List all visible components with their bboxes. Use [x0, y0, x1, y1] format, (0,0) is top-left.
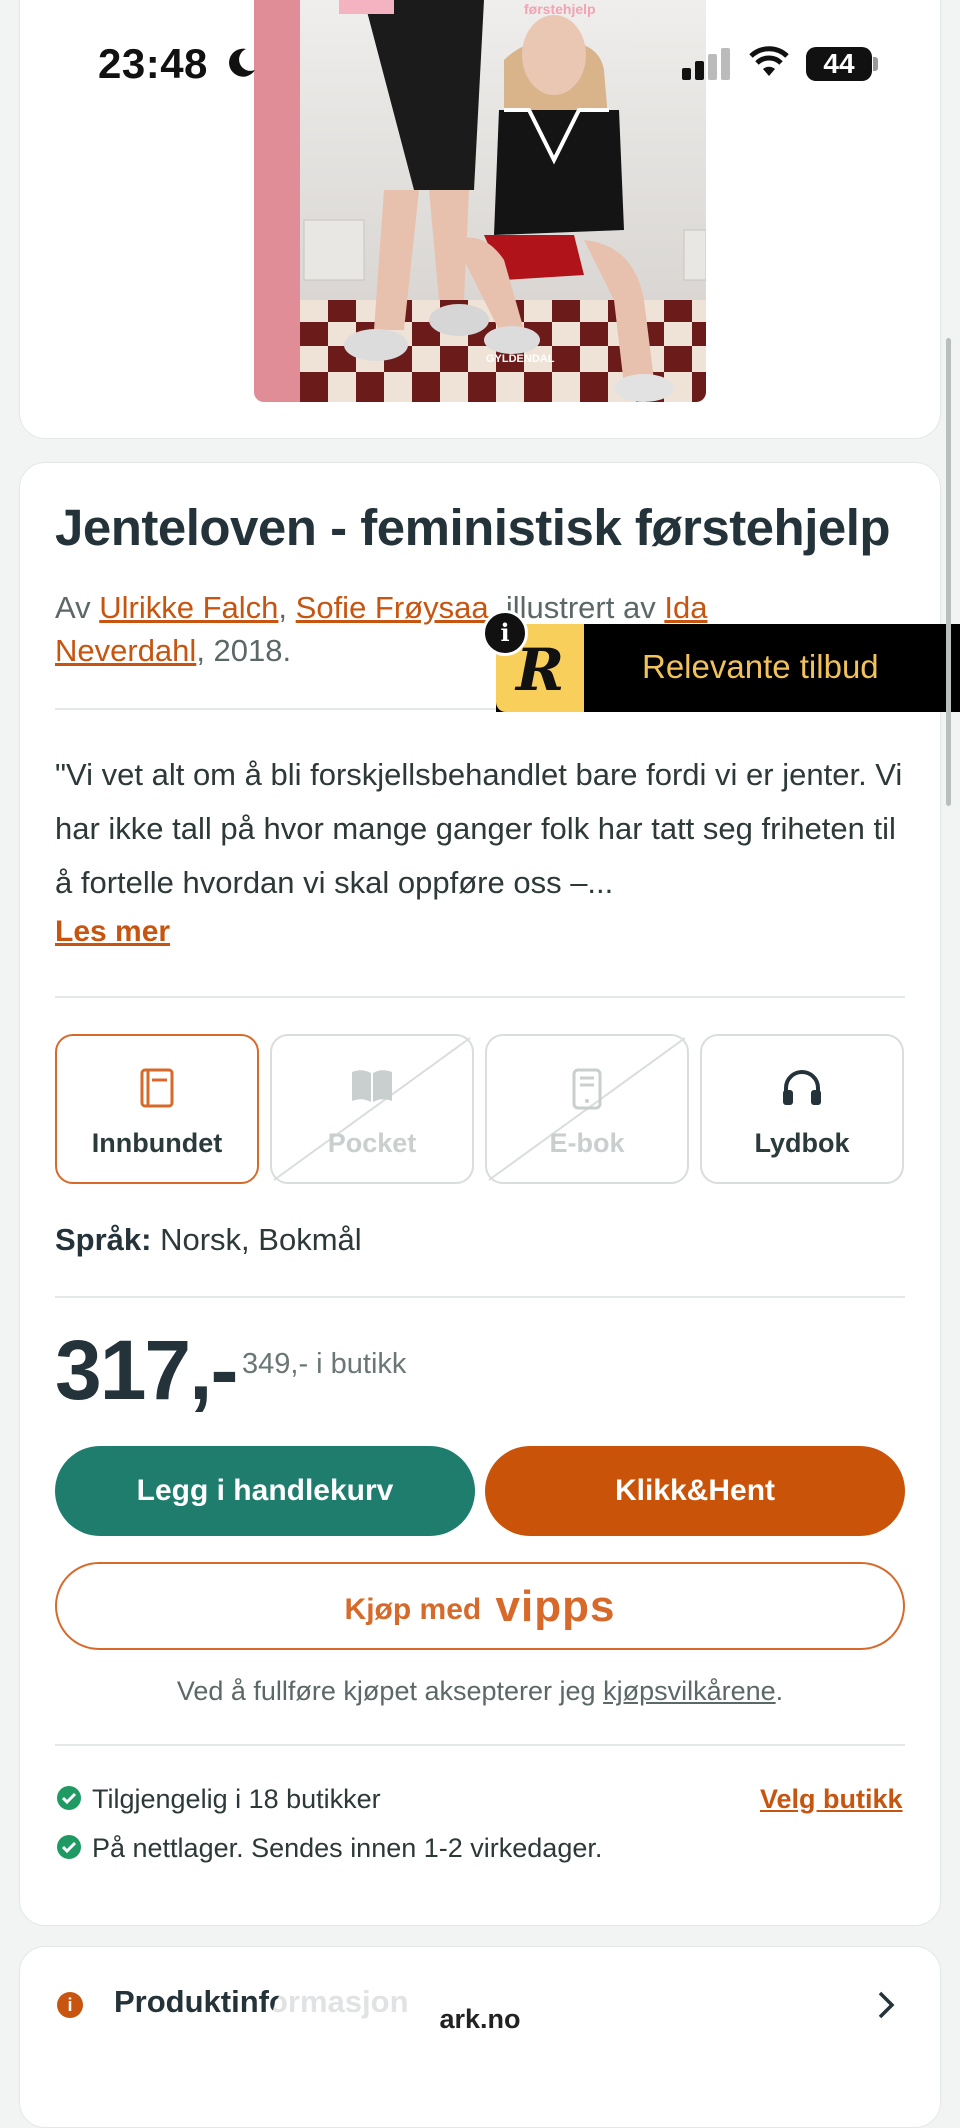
- divider: [55, 1296, 905, 1298]
- store-availability: Tilgjengelig i 18 butikker: [92, 1784, 381, 1814]
- browser-url-bar[interactable]: ark.no: [272, 1978, 688, 2060]
- format-option-pocket[interactable]: Pocket: [270, 1034, 474, 1184]
- click-and-collect-button[interactable]: Klikk&Hent: [485, 1446, 905, 1536]
- info-icon: i: [57, 1992, 83, 2018]
- read-more-link[interactable]: Les mer: [55, 915, 170, 949]
- cover-publisher: GYLDENDAL: [486, 353, 555, 365]
- book-icon: [140, 1068, 174, 1108]
- cellular-signal-icon: [682, 48, 732, 80]
- book-description: "Vi vet alt om å bli forskjellsbehandlet…: [55, 757, 903, 900]
- book-title: Jenteloven - feministisk førstehjelp: [55, 499, 891, 556]
- terms-link[interactable]: kjøpsvilkårene: [603, 1676, 776, 1706]
- wifi-icon: [749, 46, 789, 76]
- online-availability: På nettlager. Sendes innen 1-2 virkedage…: [92, 1833, 603, 1863]
- book-cover-image[interactable]: førstehjelp GYLDENDAL: [254, 0, 706, 402]
- author-link-1[interactable]: Ulrikke Falch: [99, 590, 278, 625]
- format-option-innbundet[interactable]: Innbundet: [55, 1034, 259, 1184]
- battery-tip: [873, 57, 878, 71]
- current-price: 317,-: [55, 1323, 238, 1417]
- choose-store-link[interactable]: Velg butikk: [760, 1784, 903, 1815]
- vipps-logo: vipps: [495, 1582, 616, 1631]
- format-label: Innbundet: [91, 1128, 223, 1158]
- format-label: Pocket: [327, 1128, 417, 1158]
- chevron-right-icon: [878, 1991, 895, 2019]
- divider: [55, 996, 905, 998]
- status-time: 23:48: [98, 40, 208, 87]
- format-label: Lydbok: [754, 1128, 850, 1158]
- format-label: E-bok: [549, 1128, 625, 1158]
- vipps-prefix: Kjøp med: [344, 1593, 482, 1626]
- cover-top-text: førstehjelp: [524, 1, 596, 17]
- headphones-icon: [783, 1070, 821, 1105]
- open-book-icon: [352, 1070, 392, 1102]
- format-option-audiobook[interactable]: Lydbok: [700, 1034, 904, 1184]
- relevant-offers-banner[interactable]: R Relevante tilbud: [496, 624, 960, 712]
- tablet-icon: [572, 1068, 602, 1110]
- author-link-2[interactable]: Sofie Frøysaa: [296, 590, 489, 625]
- terms-end: .: [775, 1676, 784, 1706]
- by-prefix: Av: [55, 590, 91, 625]
- check-icon: [57, 1835, 81, 1859]
- purchase-terms: Ved å fullføre kjøpet aksepterer jeg kjø…: [55, 1676, 905, 1707]
- store-price: 349,- i butikk: [242, 1348, 407, 1380]
- check-icon: [57, 1786, 81, 1810]
- language-info: Språk: Norsk, Bokmål: [55, 1222, 362, 1258]
- author-separator: ,: [278, 590, 288, 625]
- divider: [55, 1744, 905, 1746]
- format-option-ebook[interactable]: E-bok: [485, 1034, 689, 1184]
- publication-year: , 2018.: [196, 633, 292, 668]
- scrollbar[interactable]: [946, 338, 951, 806]
- relevant-offers-label: Relevante tilbud: [642, 648, 879, 685]
- buy-with-vipps-button[interactable]: Kjøp med vipps: [55, 1562, 905, 1650]
- language-label: Språk:: [55, 1222, 152, 1257]
- add-to-cart-button[interactable]: Legg i handlekurv: [55, 1446, 475, 1536]
- language-value: Norsk, Bokmål: [160, 1222, 362, 1257]
- offers-info-button[interactable]: i: [482, 610, 528, 656]
- terms-text: Ved å fullføre kjøpet aksepterer jeg: [176, 1676, 596, 1706]
- moon-icon: [229, 48, 255, 77]
- battery-indicator: 44: [806, 47, 872, 81]
